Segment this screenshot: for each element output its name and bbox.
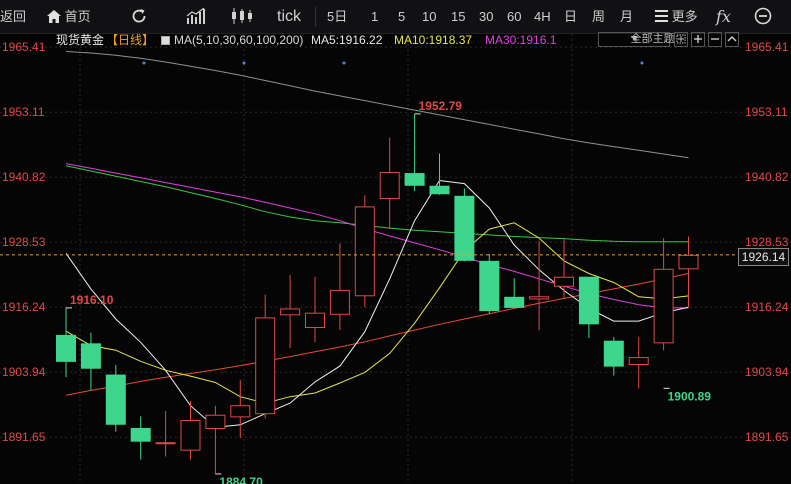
y-tick-label-left: 1928.53 bbox=[2, 235, 46, 249]
event-dot bbox=[640, 61, 644, 65]
candle-body bbox=[130, 427, 151, 442]
candle bbox=[504, 278, 525, 309]
candle bbox=[329, 243, 350, 331]
event-dot bbox=[242, 61, 246, 65]
candle-body bbox=[255, 317, 276, 415]
candle bbox=[205, 405, 226, 474]
crosshair-button[interactable] bbox=[674, 32, 688, 47]
event-dot bbox=[342, 61, 346, 65]
candle bbox=[155, 411, 176, 457]
candle-body bbox=[379, 172, 400, 199]
y-tick-label-left: 1903.94 bbox=[2, 365, 46, 379]
high-price-label: 1916.10 bbox=[70, 293, 114, 307]
y-tick-label-right: 1940.82 bbox=[745, 170, 789, 184]
candle-body bbox=[479, 260, 500, 312]
y-tick-label-right: 1903.94 bbox=[745, 365, 789, 379]
candle-body bbox=[678, 254, 699, 270]
candle-body bbox=[56, 334, 76, 362]
candle bbox=[255, 294, 276, 419]
y-tick-label-left: 1891.65 bbox=[2, 430, 46, 444]
candle-body bbox=[429, 185, 450, 195]
candle bbox=[479, 253, 500, 314]
candle-body bbox=[529, 296, 550, 300]
candle-body bbox=[305, 312, 325, 329]
candlestick-series bbox=[56, 113, 699, 474]
moving-average-lines bbox=[65, 51, 689, 428]
add-button[interactable] bbox=[691, 32, 705, 47]
add-icon bbox=[694, 35, 702, 43]
candle-body bbox=[404, 173, 425, 186]
candle bbox=[603, 336, 624, 376]
ma-parameters[interactable]: MA(5,10,30,60,100,200) bbox=[174, 30, 303, 50]
candle bbox=[180, 400, 201, 460]
candle-body bbox=[230, 405, 251, 418]
topic-label: 全部主题 bbox=[630, 33, 675, 45]
candle-body bbox=[628, 357, 649, 366]
candle-body bbox=[454, 195, 475, 261]
y-tick-label-right: 1891.65 bbox=[745, 430, 789, 444]
minus-icon bbox=[711, 38, 719, 40]
candle bbox=[554, 239, 574, 299]
candle-body bbox=[653, 268, 674, 344]
minus-button[interactable] bbox=[708, 32, 722, 47]
topic-select[interactable]: 全部主题 bbox=[598, 32, 675, 47]
ma30-value: MA30:1916.1 bbox=[485, 33, 557, 47]
candle bbox=[529, 240, 550, 331]
collapse-icon bbox=[727, 36, 737, 42]
candle bbox=[354, 195, 375, 307]
symbol-name: 现货黄金 bbox=[56, 33, 105, 47]
candle-body bbox=[105, 374, 126, 425]
collapse-button[interactable] bbox=[725, 32, 739, 47]
candle bbox=[280, 275, 301, 349]
candle-body bbox=[205, 414, 226, 430]
candle bbox=[56, 307, 76, 378]
y-tick-label-right: 1916.24 bbox=[745, 300, 789, 314]
candle bbox=[105, 365, 126, 432]
event-dot bbox=[142, 61, 146, 65]
current-price-tag: 1926.14 bbox=[738, 248, 789, 266]
ma5-value: MA5:1916.22 bbox=[311, 33, 383, 47]
y-tick-label-left: 1916.24 bbox=[2, 300, 46, 314]
indicator-info-bar: 现货黄金 【日线】 MA(5,10,30,60,100,200) MA5:191… bbox=[0, 30, 791, 50]
candle-body bbox=[280, 308, 301, 316]
candle-body bbox=[354, 206, 375, 297]
candle bbox=[379, 137, 400, 230]
ma-settings-checkbox[interactable] bbox=[161, 36, 170, 45]
candle bbox=[130, 416, 151, 460]
candle bbox=[429, 153, 450, 195]
y-tick-label-left: 1940.82 bbox=[2, 170, 46, 184]
ma200-line bbox=[65, 51, 689, 159]
candle-body bbox=[554, 276, 574, 287]
candle-body bbox=[80, 343, 101, 369]
price-chart[interactable]: 1916.101884.701952.791900.89 1965.41 1965… bbox=[0, 0, 791, 484]
candle bbox=[230, 379, 251, 438]
low-price-label: 1884.70 bbox=[219, 475, 263, 484]
high-price-label: 1952.79 bbox=[419, 99, 463, 113]
candle bbox=[578, 276, 599, 339]
y-tick-label-left: 1953.11 bbox=[2, 105, 45, 119]
candle-body bbox=[504, 296, 525, 308]
candle bbox=[454, 188, 475, 262]
crosshair-icon bbox=[676, 34, 686, 44]
candle bbox=[628, 336, 649, 389]
candle-body bbox=[155, 442, 176, 445]
y-tick-label-right: 1953.11 bbox=[745, 105, 788, 119]
candle bbox=[305, 276, 325, 343]
candle-body bbox=[329, 289, 350, 315]
chart-period: 【日线】 bbox=[106, 33, 155, 47]
low-price-label: 1900.89 bbox=[668, 389, 712, 403]
ma10-value: MA10:1918.37 bbox=[394, 33, 473, 47]
candle-body bbox=[603, 340, 624, 367]
candle-body bbox=[578, 276, 599, 325]
candle-body bbox=[180, 420, 201, 451]
